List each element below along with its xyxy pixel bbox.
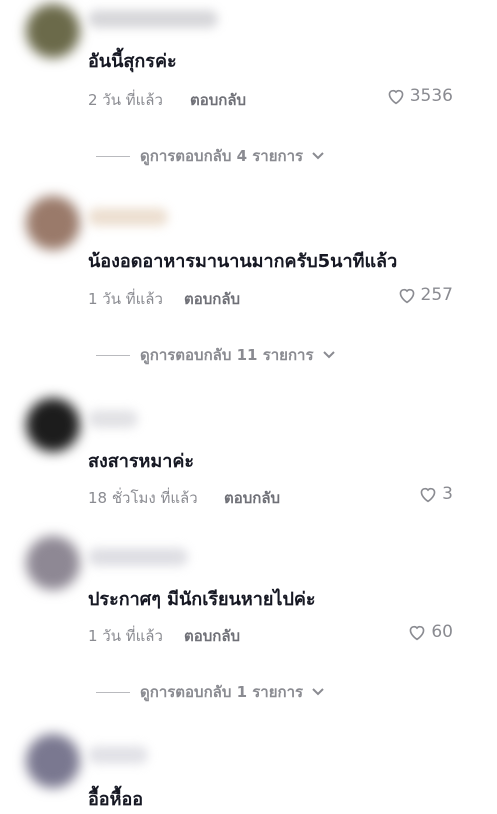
like-count: 3: [442, 484, 453, 504]
like-button[interactable]: 3536: [386, 86, 453, 106]
username-blurred[interactable]: [88, 548, 188, 566]
heart-icon: [409, 625, 425, 641]
username-blurred[interactable]: [88, 208, 168, 226]
username-blurred[interactable]: [88, 746, 148, 764]
username-blurred[interactable]: [88, 10, 218, 28]
view-replies-button[interactable]: ดูการตอบกลับ 1 รายการ: [96, 680, 325, 704]
chevron-down-icon: [312, 688, 324, 696]
divider-line: [96, 354, 130, 356]
view-replies-label: ดูการตอบกลับ 1 รายการ: [140, 683, 304, 701]
avatar[interactable]: [26, 536, 80, 590]
heart-icon: [420, 487, 436, 503]
view-replies-button[interactable]: ดูการตอบกลับ 11 รายการ: [96, 343, 336, 367]
like-count: 257: [420, 285, 453, 305]
comment-time: 18 ชั่วโมง ที่แล้ว: [88, 489, 198, 507]
avatar[interactable]: [26, 734, 80, 788]
comment-time: 1 วัน ที่แล้ว: [88, 627, 163, 645]
avatar[interactable]: [26, 398, 80, 452]
comment-time: 1 วัน ที่แล้ว: [88, 290, 163, 308]
heart-icon: [388, 89, 404, 105]
avatar[interactable]: [26, 4, 80, 58]
like-count: 60: [431, 622, 453, 642]
divider-line: [96, 691, 130, 693]
view-replies-button[interactable]: ดูการตอบกลับ 4 รายการ: [96, 144, 325, 168]
chevron-down-icon: [312, 152, 324, 160]
like-button[interactable]: 60: [407, 622, 453, 642]
comment-time: 2 วัน ที่แล้ว: [88, 91, 163, 109]
reply-button[interactable]: ตอบกลับ: [184, 624, 240, 648]
reply-button[interactable]: ตอบกลับ: [190, 88, 246, 112]
username-blurred[interactable]: [88, 410, 138, 428]
comment-text: อื้อหื้ออ: [88, 789, 144, 810]
view-replies-label: ดูการตอบกลับ 4 รายการ: [140, 147, 304, 165]
like-button[interactable]: 257: [397, 285, 453, 305]
reply-button[interactable]: ตอบกลับ: [224, 486, 280, 510]
comment-text: สงสารหมาค่ะ: [88, 451, 195, 472]
comment-text: ประกาศๆ มีนักเรียนหายไปค่ะ: [88, 589, 316, 610]
comment-text: น้องอดอาหารมานานมากครับ5นาทีแล้ว: [88, 251, 398, 272]
heart-icon: [399, 288, 414, 304]
chevron-down-icon: [322, 351, 335, 359]
like-count: 3536: [409, 86, 453, 106]
reply-button[interactable]: ตอบกลับ: [184, 287, 240, 311]
avatar[interactable]: [26, 196, 80, 250]
divider-line: [96, 155, 130, 157]
like-button[interactable]: 3: [418, 484, 453, 504]
view-replies-label: ดูการตอบกลับ 11 รายการ: [140, 346, 314, 364]
comment-text: อันนี้สุกรค่ะ: [88, 51, 177, 72]
